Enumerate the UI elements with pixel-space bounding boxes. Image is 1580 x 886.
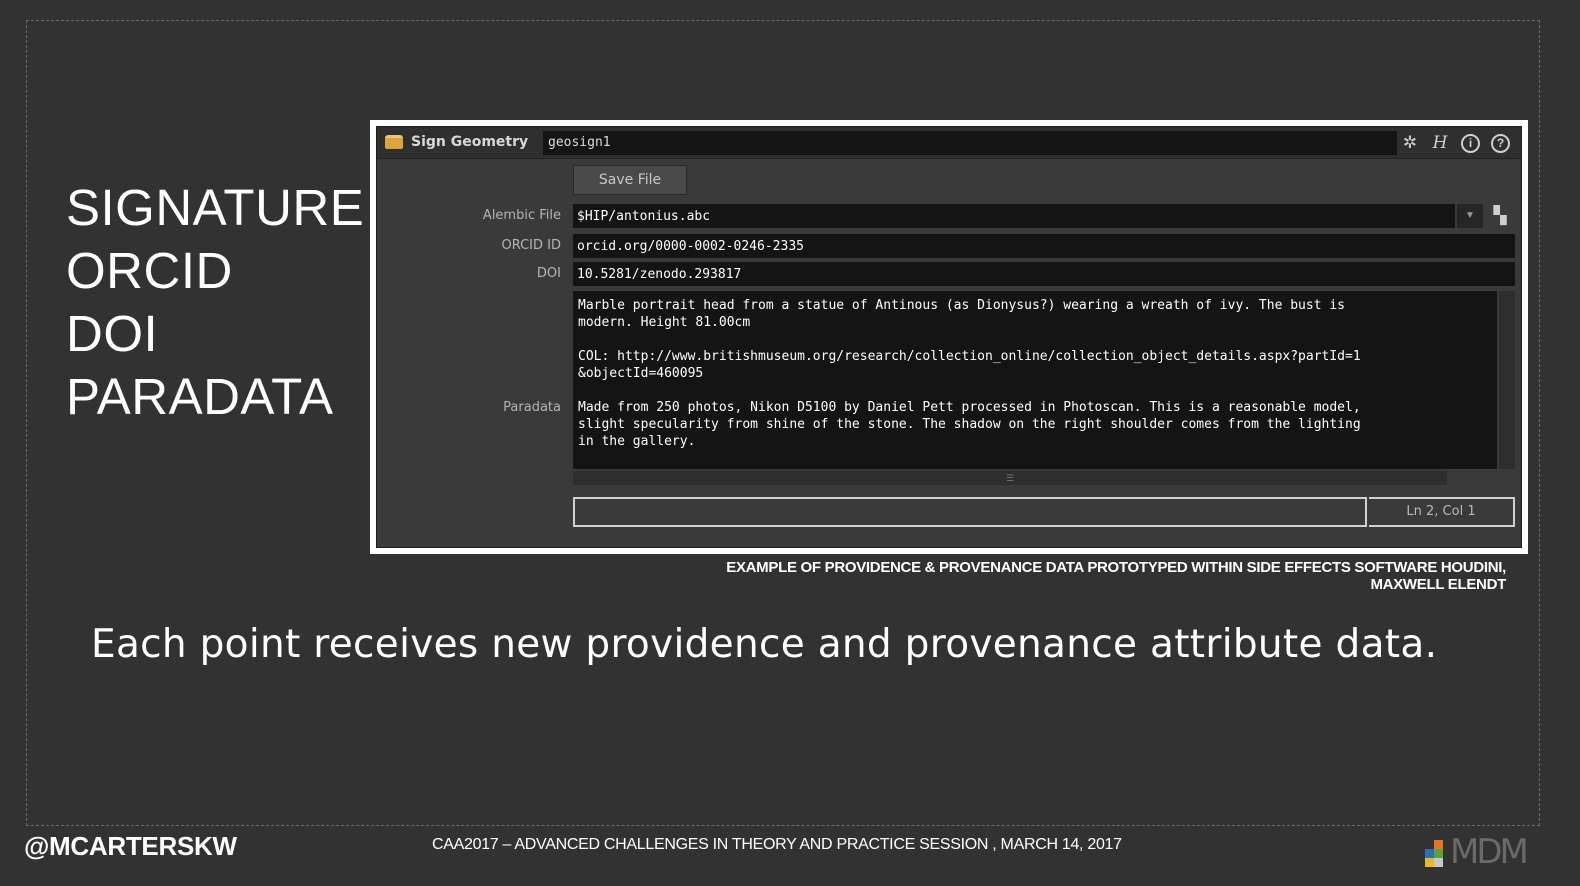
file-chooser-icon[interactable]: ▚	[1489, 205, 1511, 227]
logo-square-orange	[1434, 840, 1443, 849]
horizontal-scrollbar[interactable]: ☰	[573, 471, 1447, 485]
alembic-file-label: Alembic File	[482, 208, 561, 223]
node-type-label: Sign Geometry	[411, 134, 529, 150]
mdm-logo: MDM	[1420, 832, 1536, 874]
gear-icon[interactable]: ✲	[1399, 132, 1421, 154]
logo-text: MDM	[1450, 832, 1529, 872]
orcid-field[interactable]: orcid.org/0000-0002-0246-2335	[573, 234, 1515, 258]
help-h-icon[interactable]: H	[1429, 132, 1451, 154]
keyword-paradata: PARADATA	[66, 368, 334, 425]
cursor-position: Ln 2, Col 1	[1369, 497, 1515, 527]
orcid-label: ORCID ID	[501, 238, 561, 253]
main-statement: Each point receives new providence and p…	[91, 622, 1438, 667]
node-type-icon[interactable]	[385, 135, 403, 149]
logo-square-green	[1434, 849, 1443, 858]
question-icon[interactable]: ?	[1491, 134, 1510, 153]
panel-body: Sign Geometry geosign1 ✲ H i ? Save File…	[376, 126, 1522, 548]
save-file-button[interactable]: Save File	[573, 165, 687, 195]
twitter-handle: @MCARTERSKW	[24, 831, 237, 861]
session-footer: CAA2017 – ADVANCED CHALLENGES IN THEORY …	[432, 836, 1122, 853]
caption-line-1: EXAMPLE OF PROVIDENCE & PROVENANCE DATA …	[726, 559, 1506, 576]
logo-square-gray	[1434, 858, 1443, 867]
houdini-parameter-panel: Sign Geometry geosign1 ✲ H i ? Save File…	[370, 120, 1528, 554]
paradata-textarea[interactable]: Marble portrait head from a statue of An…	[573, 291, 1497, 469]
doi-label: DOI	[536, 266, 561, 281]
status-input[interactable]	[573, 497, 1367, 527]
alembic-file-field[interactable]: $HIP/antonius.abc	[573, 204, 1455, 228]
keyword-signature: SIGNATURE	[66, 179, 365, 236]
figure-caption: EXAMPLE OF PROVIDENCE & PROVENANCE DATA …	[726, 559, 1506, 593]
doi-field[interactable]: 10.5281/zenodo.293817	[573, 262, 1515, 286]
logo-square-yellow	[1425, 858, 1434, 867]
logo-square-blue	[1425, 849, 1434, 858]
vertical-scrollbar[interactable]	[1499, 291, 1515, 469]
keyword-list: SIGNATURE ORCID DOI PARADATA	[66, 176, 364, 428]
dropdown-icon[interactable]: ▼	[1457, 204, 1483, 228]
keyword-orcid: ORCID	[66, 242, 233, 299]
keyword-doi: DOI	[66, 305, 159, 362]
caption-line-2: MAXWELL ELENDT	[1370, 576, 1506, 593]
panel-titlebar: Sign Geometry geosign1 ✲ H i ?	[377, 127, 1521, 159]
paradata-label: Paradata	[503, 400, 561, 415]
node-name-field[interactable]: geosign1	[543, 131, 1397, 155]
info-icon[interactable]: i	[1461, 134, 1480, 153]
